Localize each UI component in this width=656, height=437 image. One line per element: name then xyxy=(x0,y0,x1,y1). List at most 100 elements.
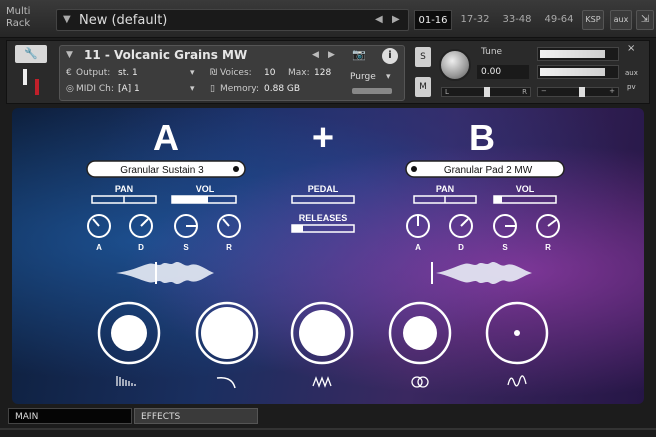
stereo-button[interactable] xyxy=(388,301,452,365)
output-dropdown-icon[interactable]: ▾ xyxy=(190,68,195,78)
envelope-curve-button[interactable] xyxy=(195,301,259,365)
meter-right xyxy=(537,65,619,79)
layer-b-sustain-label: S xyxy=(502,243,508,252)
close-icon[interactable]: × xyxy=(627,43,635,54)
layer-b-vol-slider[interactable] xyxy=(493,195,557,204)
layer-a-attack-knob[interactable] xyxy=(87,214,111,238)
rack-toolbar: Multi Rack ▼ New (default) ◀ ▶ 01-16 17-… xyxy=(0,0,656,38)
layer-b-decay-label: D xyxy=(458,243,464,252)
instrument-name[interactable]: 11 - Volcanic Grains MW xyxy=(84,48,247,62)
page-tab-01-16[interactable]: 01-16 xyxy=(414,10,452,30)
layer-b-attack-knob[interactable] xyxy=(406,214,430,238)
aux-button[interactable]: aux xyxy=(610,10,632,30)
solo-button[interactable]: S xyxy=(415,47,431,67)
layer-b-decay-knob[interactable] xyxy=(449,214,473,238)
double-circle-left xyxy=(411,376,423,388)
layer-b-pan-slider[interactable] xyxy=(413,195,477,204)
next-instrument-icon[interactable]: ▶ xyxy=(328,50,335,60)
double-circle-right xyxy=(417,376,429,388)
modulation-fill xyxy=(514,330,520,336)
collapse-icon[interactable]: ⇲ xyxy=(636,10,654,30)
layer-b-preset-selector[interactable]: Granular Pad 2 MW xyxy=(405,160,565,178)
layer-a-waveform[interactable] xyxy=(116,261,214,285)
layer-b-vol-label: VOL xyxy=(516,184,535,194)
volume-handle[interactable] xyxy=(579,87,585,97)
camera-icon[interactable]: 📷 xyxy=(346,48,372,64)
layer-a-decay-label: D xyxy=(138,243,144,252)
output-label: Output: xyxy=(76,68,111,78)
layer-a-release-knob[interactable] xyxy=(217,214,241,238)
midi-icon: ◎ xyxy=(66,84,74,94)
prev-preset-icon[interactable]: ◀ xyxy=(375,14,383,25)
purge-button[interactable]: Purge xyxy=(350,72,376,82)
midi-channel-value[interactable]: [A] 1 xyxy=(118,84,140,94)
tab-effects[interactable]: EFFECTS xyxy=(134,408,258,424)
bottom-divider xyxy=(0,428,656,430)
tune-knob[interactable] xyxy=(439,49,471,81)
midi-channel-label: MIDI Ch: xyxy=(76,84,114,94)
layer-a-sustain-knob[interactable] xyxy=(174,214,198,238)
meter-right-fill xyxy=(540,68,605,76)
page-tab-33-48[interactable]: 33-48 xyxy=(498,10,536,30)
layer-b-waveform-shape xyxy=(436,261,532,285)
layer-b-release-label: R xyxy=(545,243,551,252)
max-label: Max: xyxy=(288,68,310,78)
prev-instrument-icon[interactable]: ◀ xyxy=(312,50,319,60)
layer-b-sustain-knob[interactable] xyxy=(493,214,517,238)
next-preset-icon[interactable]: ▶ xyxy=(392,14,400,25)
texture-fill xyxy=(299,310,345,356)
layer-a-vol-slider[interactable] xyxy=(171,195,237,204)
releases-label: RELEASES xyxy=(299,213,348,223)
pedal-slider[interactable] xyxy=(291,195,355,204)
level-meters xyxy=(537,45,619,85)
layer-a-pan-label: PAN xyxy=(115,184,133,194)
layer-a-preset-dot-icon xyxy=(233,166,239,172)
layer-b-letter: B xyxy=(469,117,495,158)
output-value[interactable]: st. 1 xyxy=(118,68,138,78)
pv-label[interactable]: pv xyxy=(627,83,636,91)
layer-a-release-label: R xyxy=(226,243,232,252)
volume-slider[interactable]: − + xyxy=(537,87,619,97)
tune-value[interactable]: 0.00 xyxy=(477,65,529,79)
pan-right-label: R xyxy=(522,88,527,96)
page-tab-17-32[interactable]: 17-32 xyxy=(456,10,494,30)
layer-b-waveform[interactable] xyxy=(431,261,532,285)
grain-density-button[interactable] xyxy=(97,301,161,365)
modulation-button[interactable] xyxy=(485,301,549,365)
instrument-logo-icon xyxy=(23,69,39,95)
purge-dropdown-icon[interactable]: ▾ xyxy=(386,72,391,82)
layer-b-attack-label: A xyxy=(415,243,421,252)
aux-label[interactable]: aux xyxy=(625,69,638,77)
ramp-bars-icon xyxy=(116,376,136,386)
layer-a-decay-knob[interactable] xyxy=(129,214,153,238)
stereo-fill xyxy=(403,316,437,350)
dropdown-arrow-icon[interactable]: ▼ xyxy=(63,14,71,25)
layer-a-decay-pointer xyxy=(140,218,149,227)
multi-preset-selector[interactable]: ▼ New (default) ◀ ▶ xyxy=(56,9,409,31)
ksp-button[interactable]: KSP xyxy=(582,10,604,30)
layer-b-release-knob[interactable] xyxy=(536,214,560,238)
memory-icon: ▯ xyxy=(210,84,215,94)
instrument-collapse-icon[interactable]: ▼ xyxy=(66,50,73,60)
layer-a-pan-slider[interactable] xyxy=(91,195,157,204)
pedal-label: PEDAL xyxy=(308,184,339,194)
voices-value: 10 xyxy=(264,68,276,78)
page-tab-49-64[interactable]: 49-64 xyxy=(540,10,578,30)
info-icon[interactable]: i xyxy=(382,48,398,64)
texture-button[interactable] xyxy=(290,301,354,365)
grain-density-fill xyxy=(111,315,147,351)
mute-button[interactable]: M xyxy=(415,77,431,97)
releases-slider[interactable] xyxy=(291,224,355,233)
layer-a-vol-label: VOL xyxy=(196,184,215,194)
wrench-icon[interactable]: 🔧 xyxy=(15,45,47,63)
layer-a-preset-selector[interactable]: Granular Sustain 3 xyxy=(86,160,246,178)
tab-main[interactable]: MAIN xyxy=(8,408,132,424)
layer-b-vol-track[interactable] xyxy=(493,195,557,204)
tune-label: Tune xyxy=(481,47,503,57)
pan-slider[interactable]: L R xyxy=(441,87,531,97)
pan-handle[interactable] xyxy=(484,87,490,97)
layer-b-decay-pointer xyxy=(460,218,469,227)
memory-value: 0.88 GB xyxy=(264,84,301,94)
max-voices-value[interactable]: 128 xyxy=(314,68,331,78)
midi-dropdown-icon[interactable]: ▾ xyxy=(190,84,195,94)
